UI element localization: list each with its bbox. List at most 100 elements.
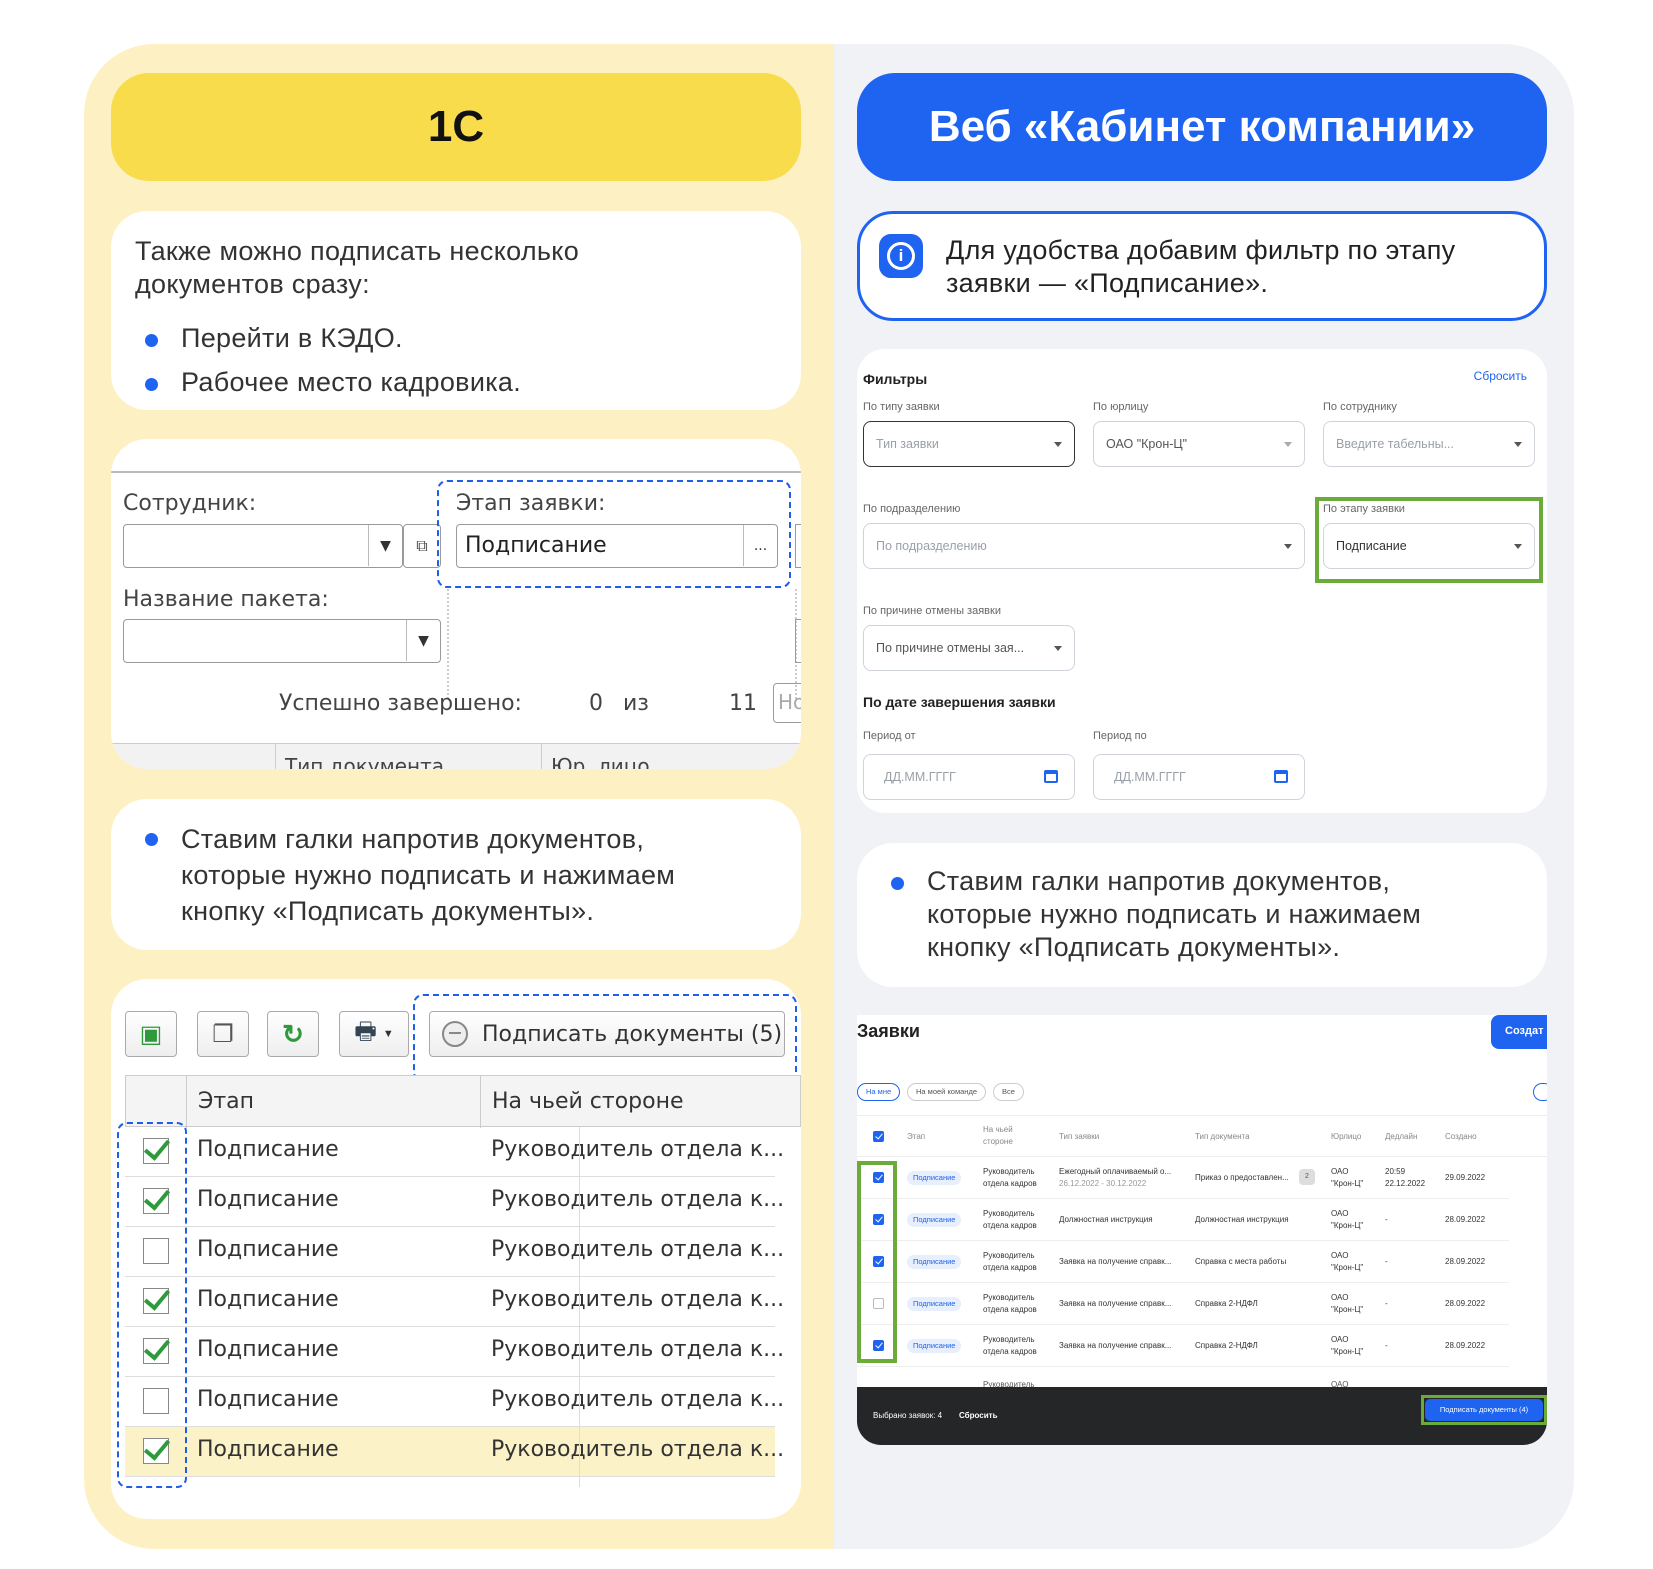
table-row[interactable]: Подписание Руководитель отдела к... bbox=[125, 1427, 784, 1477]
step2-card-left: Ставим галки напротив документов, которы… bbox=[111, 799, 801, 950]
table-row[interactable]: Подписание Руководитель отдела кадров Долж… bbox=[857, 1199, 1509, 1241]
stage-badge: Подписание bbox=[907, 1171, 962, 1185]
calendar-icon[interactable] bbox=[1044, 770, 1058, 783]
col-sep bbox=[541, 744, 542, 769]
info-icon: i bbox=[879, 234, 923, 278]
select-all-checkbox[interactable] bbox=[873, 1131, 884, 1142]
stage-badge: Подписание bbox=[907, 1255, 962, 1269]
chevron-down-icon bbox=[1514, 544, 1522, 549]
col-sep bbox=[480, 1076, 481, 1128]
step2-text-right: Ставим галки напротив документов, которы… bbox=[857, 865, 1497, 964]
sign-documents-button[interactable]: Подписать документы (5) bbox=[429, 1011, 785, 1057]
row-doc: Справка 2-НДФЛ bbox=[1195, 1299, 1258, 1308]
row-entity: ОАО "Крон-Ц" bbox=[1331, 1293, 1364, 1314]
stage-field[interactable]: Подписание ... bbox=[456, 524, 778, 568]
1c-filter-form: Сотрудник: ▼ ⧉ Этап заявки: Подписание .… bbox=[111, 439, 801, 769]
row-created: 28.09.2022 bbox=[1445, 1299, 1486, 1308]
chevron-down-icon bbox=[1284, 442, 1292, 447]
web-requests-table: Заявки Создат На мне На моей команде Все… bbox=[857, 1015, 1547, 1445]
check-all-button[interactable]: ▣ bbox=[125, 1011, 177, 1057]
col-side: На чьей стороне bbox=[492, 1089, 684, 1114]
table-row[interactable]: Подписание Руководитель отдела к... bbox=[125, 1377, 784, 1427]
print-button[interactable]: 🖶 ▼ bbox=[339, 1011, 409, 1057]
slide: 1С Веб «Кабинет компании» Также можно по… bbox=[0, 0, 1653, 1569]
period-to-input[interactable]: ДД.ММ.ГГГГ bbox=[1093, 754, 1305, 800]
filters-reset-link[interactable]: Сбросить bbox=[1474, 369, 1527, 383]
select-button[interactable]: ... bbox=[743, 525, 777, 566]
form-divider bbox=[447, 589, 449, 699]
table-header: Этап На чьей стороне Тип заявки Тип доку… bbox=[857, 1115, 1547, 1157]
by-stage-label: По этапу заявки bbox=[1323, 503, 1405, 515]
dropdown-button[interactable]: ▼ bbox=[406, 620, 440, 661]
selected-count: Выбрано заявок: 4 bbox=[873, 1411, 943, 1420]
doc-count-badge: 2 bbox=[1299, 1169, 1315, 1185]
table-row[interactable]: Подписание Руководитель отдела к... bbox=[125, 1277, 784, 1327]
copy-button[interactable]: ❐ bbox=[197, 1011, 249, 1057]
by-type-placeholder: Тип заявки bbox=[876, 437, 939, 451]
sign-documents-label: Подписать документы (4) bbox=[1439, 1405, 1529, 1414]
1c-doc-grid: ▣ ❐ ↻ 🖶 ▼ Подписать документы (5) Этап На… bbox=[111, 979, 801, 1519]
employee-field[interactable]: ▼ bbox=[123, 524, 403, 568]
by-dept-select[interactable]: По подразделению bbox=[863, 523, 1305, 569]
table-row[interactable]: Подписание Руководитель отдела к... bbox=[125, 1227, 784, 1277]
tab-on-me[interactable]: На мне bbox=[857, 1083, 901, 1101]
table-row[interactable]: Подписание Руководитель отдела кадров Заяв… bbox=[857, 1241, 1509, 1283]
by-cancel-select[interactable]: По причине отмены зая... bbox=[863, 625, 1075, 671]
table-row[interactable]: Подписание Руководитель отдела к... bbox=[125, 1327, 784, 1377]
filter-toggle[interactable] bbox=[1533, 1083, 1547, 1101]
open-icon: ⧉ bbox=[416, 536, 428, 555]
step2-text-left: Ставим галки напротив документов, которы… bbox=[111, 821, 751, 929]
sign-documents-label: Подписать документы (5) bbox=[482, 1021, 783, 1047]
row-stage: Подписание bbox=[197, 1437, 339, 1462]
tab-all[interactable]: Все bbox=[993, 1083, 1024, 1101]
by-employee-select[interactable]: Введите табельны... bbox=[1323, 421, 1535, 467]
package-field[interactable]: ▼ bbox=[123, 619, 441, 663]
row-side: Руководитель отдела к... bbox=[491, 1437, 785, 1462]
row-stage: Подписание bbox=[197, 1187, 339, 1212]
dropdown-button[interactable]: ▼ bbox=[368, 525, 402, 566]
col-sep bbox=[275, 744, 276, 769]
row-type-dates: 26.12.2022 - 30.12.2022 bbox=[1059, 1179, 1147, 1188]
chevron-down-icon: ▼ bbox=[382, 1028, 394, 1040]
stage-badge: Подписание bbox=[907, 1213, 962, 1227]
by-stage-select[interactable]: Подписание bbox=[1323, 523, 1535, 569]
table-row[interactable]: Подписание Руководитель отдела к... bbox=[125, 1177, 784, 1227]
calendar-icon[interactable] bbox=[1274, 770, 1288, 783]
date-placeholder: ДД.ММ.ГГГГ bbox=[884, 770, 956, 784]
by-type-select[interactable]: Тип заявки bbox=[863, 421, 1075, 467]
create-button[interactable]: Создат bbox=[1491, 1015, 1547, 1049]
info-text: Для удобства добавим фильтр по этапу зая… bbox=[946, 235, 1456, 298]
refresh-button[interactable]: ↻ bbox=[267, 1011, 319, 1057]
row-entity: ОАО "Крон-Ц" bbox=[1331, 1251, 1364, 1272]
check-all-icon: ▣ bbox=[139, 1020, 163, 1048]
period-from-input[interactable]: ДД.ММ.ГГГГ bbox=[863, 754, 1075, 800]
row-side: Руководитель отдела кадров bbox=[983, 1293, 1037, 1314]
done-label: Успешно завершено: bbox=[279, 691, 522, 716]
intro-bullet: Рабочее место кадровика. bbox=[111, 366, 521, 399]
table-row[interactable]: Подписание Руководитель отдела кадров Заяв… bbox=[857, 1325, 1509, 1367]
info-card: i Для удобства добавим фильтр по этапу з… bbox=[857, 211, 1547, 321]
by-entity-select[interactable]: ОАО "Крон-Ц" bbox=[1093, 421, 1305, 467]
by-cancel-placeholder: По причине отмены зая... bbox=[876, 641, 1025, 655]
sign-documents-button[interactable]: Подписать документы (4) bbox=[1425, 1399, 1543, 1421]
by-entity-value: ОАО "Крон-Ц" bbox=[1106, 437, 1188, 451]
employee-label: Сотрудник: bbox=[123, 491, 257, 516]
of-label: из bbox=[623, 691, 649, 716]
row-doc: Справка 2-НДФЛ bbox=[1195, 1341, 1258, 1350]
table-row[interactable]: Подписание Руководитель отдела к... bbox=[125, 1127, 784, 1177]
row-stage: Подписание bbox=[197, 1387, 339, 1412]
row-type: Заявка на получение справк... bbox=[1059, 1299, 1172, 1308]
cut-input[interactable]: Но bbox=[773, 683, 801, 723]
col-doc-type: Тип документа bbox=[285, 754, 445, 769]
open-button[interactable]: ⧉ bbox=[403, 524, 441, 568]
by-dept-label: По подразделению bbox=[863, 503, 961, 515]
row-deadline: - bbox=[1385, 1257, 1388, 1266]
selection-reset[interactable]: Сбросить bbox=[959, 1411, 997, 1420]
table-row[interactable]: Подписание Руководитель отдела кадров Заяв… bbox=[857, 1283, 1509, 1325]
table-row[interactable]: Подписание Руководитель отдела кадров Ежег… bbox=[857, 1157, 1509, 1199]
intro-card: Также можно подписать несколько документ… bbox=[111, 211, 801, 410]
stage-badge: Подписание bbox=[907, 1297, 962, 1311]
tab-on-my-team[interactable]: На моей команде bbox=[907, 1083, 986, 1101]
row-side: Руководитель отдела к... bbox=[491, 1287, 785, 1312]
cut-field bbox=[795, 619, 801, 663]
